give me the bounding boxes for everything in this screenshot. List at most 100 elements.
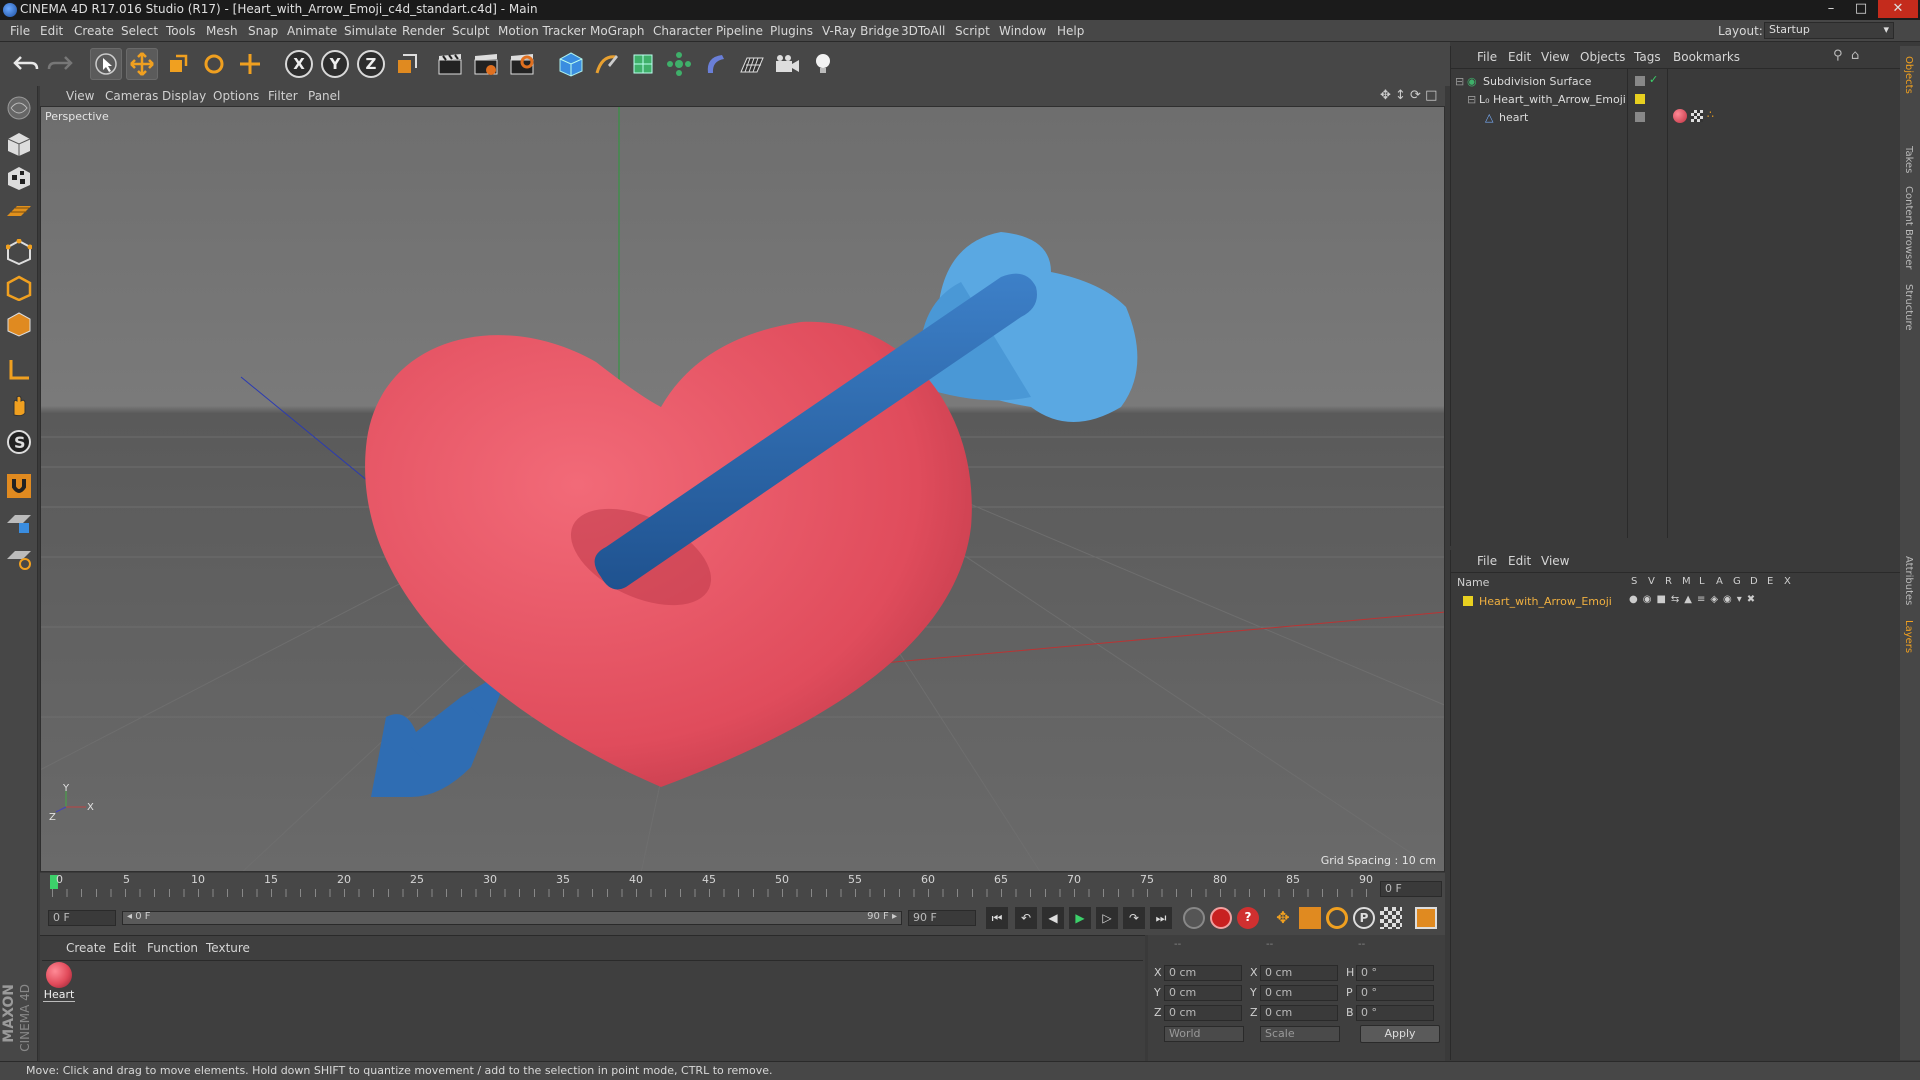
perspective-viewport[interactable]: Z Y X Perspective Grid Spacing : 10 cm	[40, 106, 1445, 872]
menu-window[interactable]: Window	[999, 24, 1046, 38]
objects-menu-file[interactable]: File	[1477, 50, 1497, 64]
render-view-button[interactable]	[434, 48, 466, 80]
render-to-picture-viewer-button[interactable]	[470, 48, 502, 80]
tweak-mode-button[interactable]	[3, 390, 35, 422]
collapse-icon[interactable]: ⊟	[1455, 75, 1467, 88]
close-button[interactable]: ✕	[1878, 0, 1918, 18]
apply-button[interactable]: Apply	[1360, 1025, 1440, 1043]
layer-flag-icons[interactable]: ●◉■⇆▲≡◈◉▾✖	[1629, 594, 1760, 605]
material-menu-edit[interactable]: Edit	[113, 941, 136, 955]
live-selection-button[interactable]	[90, 48, 122, 80]
camera-button[interactable]	[771, 48, 803, 80]
axis-mode-button[interactable]	[3, 354, 35, 386]
rotation-h-field[interactable]: 0 °	[1356, 965, 1434, 981]
menu-plugins[interactable]: Plugins	[770, 24, 813, 38]
menu-motion-tracker[interactable]: Motion Tracker	[498, 24, 586, 38]
polygons-mode-button[interactable]	[3, 308, 35, 340]
menu-tools[interactable]: Tools	[166, 24, 196, 38]
position-x-field[interactable]: 0 cm	[1164, 965, 1242, 981]
menu-snap[interactable]: Snap	[248, 24, 278, 38]
viewport-menu-options[interactable]: Options	[213, 89, 259, 103]
transform-tool-button[interactable]	[234, 48, 266, 80]
menu-script[interactable]: Script	[955, 24, 990, 38]
record-active-button[interactable]	[1210, 907, 1232, 929]
layout-select[interactable]: Startup ▾	[1764, 22, 1894, 39]
menu-render[interactable]: Render	[402, 24, 445, 38]
collapse-icon[interactable]: ⊟	[1467, 93, 1479, 106]
rotation-b-field[interactable]: 0 °	[1356, 1005, 1434, 1021]
menu-mesh[interactable]: Mesh	[206, 24, 238, 38]
rotate-tool-button[interactable]	[198, 48, 230, 80]
render-settings-button[interactable]	[506, 48, 538, 80]
previous-key-button[interactable]: ↶	[1015, 907, 1037, 929]
tab-objects[interactable]: Objects	[1903, 56, 1914, 94]
home-icon[interactable]: ⌂	[1851, 48, 1859, 63]
material-menu-create[interactable]: Create	[66, 941, 106, 955]
record-keys-button[interactable]	[1183, 907, 1205, 929]
undo-button[interactable]	[10, 48, 42, 80]
size-y-field[interactable]: 0 cm	[1260, 985, 1338, 1001]
start-frame-field[interactable]: 0 F	[48, 910, 116, 926]
points-mode-button[interactable]	[3, 236, 35, 268]
deformer-button[interactable]	[699, 48, 731, 80]
layer-row[interactable]: Heart_with_Arrow_Emoji	[1463, 592, 1612, 610]
pen-spline-button[interactable]	[591, 48, 623, 80]
viewport-menu-view[interactable]: View	[66, 89, 94, 103]
preview-range-slider[interactable]: ◂ 0 F 90 F ▸	[122, 911, 902, 925]
layer-color-swatch[interactable]	[1635, 94, 1645, 104]
model-mode-button[interactable]	[3, 128, 35, 160]
menu-simulate[interactable]: Simulate	[344, 24, 397, 38]
solo-button[interactable]: S	[3, 426, 35, 458]
key-parameter-button[interactable]: P	[1353, 907, 1375, 929]
menu-character[interactable]: Character	[653, 24, 712, 38]
tab-attributes[interactable]: Attributes	[1903, 556, 1914, 605]
viewport-menu-filter[interactable]: Filter	[268, 89, 298, 103]
menu-edit[interactable]: Edit	[40, 24, 63, 38]
position-y-field[interactable]: 0 cm	[1164, 985, 1242, 1001]
workplane-lock-button[interactable]	[3, 506, 35, 538]
checkmark-icon[interactable]: ✓	[1649, 73, 1658, 86]
menu-sculpt[interactable]: Sculpt	[452, 24, 489, 38]
menu-animate[interactable]: Animate	[287, 24, 337, 38]
menu-mograph[interactable]: MoGraph	[590, 24, 645, 38]
rotation-p-field[interactable]: 0 °	[1356, 985, 1434, 1001]
light-button[interactable]	[807, 48, 839, 80]
objects-menu-tags[interactable]: Tags	[1634, 50, 1661, 64]
menu-help[interactable]: Help	[1057, 24, 1084, 38]
objects-menu-objects[interactable]: Objects	[1580, 50, 1625, 64]
viewport-nav-icons[interactable]: ✥ ↕ ⟳ □	[1380, 88, 1437, 103]
viewport-menu-cameras[interactable]: Cameras	[105, 89, 158, 103]
key-rotation-button[interactable]	[1326, 907, 1348, 929]
viewport-menu-panel[interactable]: Panel	[308, 89, 340, 103]
objects-menu-view[interactable]: View	[1541, 50, 1569, 64]
end-frame-field[interactable]: 90 F	[908, 910, 976, 926]
material-heart[interactable]: Heart	[43, 962, 75, 1006]
tab-content-browser[interactable]: Content Browser	[1903, 186, 1914, 269]
maximize-button[interactable]: □	[1846, 0, 1876, 18]
z-axis-lock-button[interactable]: Z	[355, 48, 387, 80]
menu-create[interactable]: Create	[74, 24, 114, 38]
go-to-start-button[interactable]: ⏮	[986, 907, 1008, 929]
position-z-field[interactable]: 0 cm	[1164, 1005, 1242, 1021]
tab-structure[interactable]: Structure	[1903, 284, 1914, 331]
key-position-button[interactable]: ✥	[1272, 907, 1294, 929]
menu-pipeline[interactable]: Pipeline	[716, 24, 763, 38]
subdivision-surface-button[interactable]	[627, 48, 659, 80]
layers-menu-view[interactable]: View	[1541, 554, 1569, 568]
make-editable-button[interactable]	[3, 92, 35, 124]
move-tool-button[interactable]	[126, 48, 158, 80]
object-row-subdivision[interactable]: ⊟ ◉ Subdivision Surface	[1455, 72, 1591, 90]
floor-button[interactable]	[735, 48, 767, 80]
menu-vray-bridge[interactable]: V-Ray Bridge	[822, 24, 899, 38]
search-icon[interactable]: ⚲	[1833, 48, 1843, 63]
next-frame-button[interactable]: ▷	[1096, 907, 1118, 929]
viewport-menu-display[interactable]: Display	[162, 89, 206, 103]
layers-menu-file[interactable]: File	[1477, 554, 1497, 568]
next-key-button[interactable]: ↷	[1123, 907, 1145, 929]
previous-frame-button[interactable]: ◀	[1042, 907, 1064, 929]
texture-mode-button[interactable]	[3, 162, 35, 194]
coordinate-mode-select[interactable]: World	[1164, 1026, 1244, 1042]
current-frame-field[interactable]: 0 F	[1380, 881, 1442, 897]
material-menu-function[interactable]: Function	[147, 941, 198, 955]
size-x-field[interactable]: 0 cm	[1260, 965, 1338, 981]
